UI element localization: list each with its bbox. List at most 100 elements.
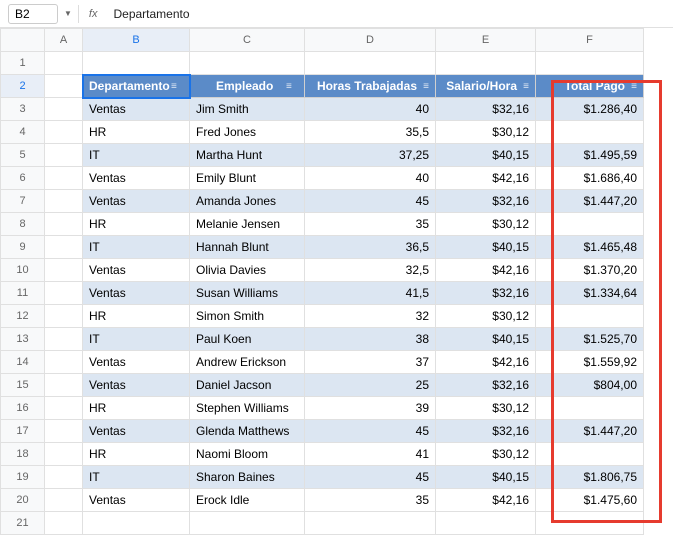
cell-A9[interactable] <box>45 236 83 259</box>
cell-departamento[interactable]: IT <box>83 328 190 351</box>
cell-A1[interactable] <box>45 52 83 75</box>
cell-A13[interactable] <box>45 328 83 351</box>
cell-empleado[interactable]: Melanie Jensen <box>190 213 305 236</box>
cell-departamento[interactable]: Ventas <box>83 190 190 213</box>
cell-empleado[interactable]: Martha Hunt <box>190 144 305 167</box>
cell-departamento[interactable]: Ventas <box>83 489 190 512</box>
cell-total[interactable] <box>536 397 644 420</box>
cell-salario[interactable]: $42,16 <box>436 259 536 282</box>
cell-salario[interactable]: $30,12 <box>436 443 536 466</box>
cell-departamento[interactable]: Ventas <box>83 259 190 282</box>
header-departamento[interactable]: Departamento≡ <box>83 75 190 98</box>
name-box-dropdown-icon[interactable]: ▼ <box>64 9 72 18</box>
cell-total[interactable]: $1.475,60 <box>536 489 644 512</box>
cell-A7[interactable] <box>45 190 83 213</box>
col-header-B[interactable]: B <box>83 29 190 52</box>
row-header-19[interactable]: 19 <box>1 466 45 489</box>
cell-A12[interactable] <box>45 305 83 328</box>
cell-salario[interactable]: $40,15 <box>436 328 536 351</box>
cell-departamento[interactable]: IT <box>83 144 190 167</box>
row-header-5[interactable]: 5 <box>1 144 45 167</box>
cell-salario[interactable]: $30,12 <box>436 305 536 328</box>
cell-E21[interactable] <box>436 512 536 535</box>
cell-total[interactable]: $1.465,48 <box>536 236 644 259</box>
filter-icon[interactable]: ≡ <box>171 81 183 92</box>
cell-D1[interactable] <box>305 52 436 75</box>
cell-horas[interactable]: 36,5 <box>305 236 436 259</box>
cell-empleado[interactable]: Stephen Williams <box>190 397 305 420</box>
cell-total[interactable] <box>536 305 644 328</box>
cell-salario[interactable]: $30,12 <box>436 121 536 144</box>
row-header-11[interactable]: 11 <box>1 282 45 305</box>
cell-departamento[interactable]: HR <box>83 443 190 466</box>
row-header-8[interactable]: 8 <box>1 213 45 236</box>
cell-salario[interactable]: $30,12 <box>436 397 536 420</box>
cell-horas[interactable]: 25 <box>305 374 436 397</box>
cell-total[interactable]: $1.334,64 <box>536 282 644 305</box>
cell-empleado[interactable]: Naomi Bloom <box>190 443 305 466</box>
row-header-12[interactable]: 12 <box>1 305 45 328</box>
row-header-4[interactable]: 4 <box>1 121 45 144</box>
cell-horas[interactable]: 45 <box>305 190 436 213</box>
col-header-F[interactable]: F <box>536 29 644 52</box>
cell-total[interactable]: $1.806,75 <box>536 466 644 489</box>
cell-horas[interactable]: 40 <box>305 98 436 121</box>
cell-F21[interactable] <box>536 512 644 535</box>
row-header-1[interactable]: 1 <box>1 52 45 75</box>
cell-salario[interactable]: $42,16 <box>436 489 536 512</box>
col-header-E[interactable]: E <box>436 29 536 52</box>
cell-departamento[interactable]: HR <box>83 121 190 144</box>
cell-departamento[interactable]: Ventas <box>83 167 190 190</box>
col-header-C[interactable]: C <box>190 29 305 52</box>
row-header-6[interactable]: 6 <box>1 167 45 190</box>
cell-departamento[interactable]: Ventas <box>83 351 190 374</box>
filter-icon[interactable]: ≡ <box>286 81 298 92</box>
cell-A3[interactable] <box>45 98 83 121</box>
filter-icon[interactable]: ≡ <box>517 81 529 92</box>
cell-horas[interactable]: 37 <box>305 351 436 374</box>
cell-D21[interactable] <box>305 512 436 535</box>
formula-bar[interactable]: Departamento <box>107 5 665 23</box>
cell-B21[interactable] <box>83 512 190 535</box>
cell-salario[interactable]: $32,16 <box>436 282 536 305</box>
cell-salario[interactable]: $32,16 <box>436 190 536 213</box>
cell-horas[interactable]: 35,5 <box>305 121 436 144</box>
cell-A16[interactable] <box>45 397 83 420</box>
cell-A4[interactable] <box>45 121 83 144</box>
cell-F1[interactable] <box>536 52 644 75</box>
cell-salario[interactable]: $32,16 <box>436 374 536 397</box>
cell-horas[interactable]: 35 <box>305 213 436 236</box>
fx-icon[interactable]: fx <box>85 8 102 20</box>
cell-horas[interactable]: 40 <box>305 167 436 190</box>
row-header-9[interactable]: 9 <box>1 236 45 259</box>
cell-C1[interactable] <box>190 52 305 75</box>
cell-A21[interactable] <box>45 512 83 535</box>
cell-total[interactable]: $1.447,20 <box>536 190 644 213</box>
cell-empleado[interactable]: Fred Jones <box>190 121 305 144</box>
cell-departamento[interactable]: Ventas <box>83 282 190 305</box>
cell-E1[interactable] <box>436 52 536 75</box>
cell-horas[interactable]: 32,5 <box>305 259 436 282</box>
cell-horas[interactable]: 45 <box>305 466 436 489</box>
cell-horas[interactable]: 32 <box>305 305 436 328</box>
col-header-D[interactable]: D <box>305 29 436 52</box>
cell-departamento[interactable]: Ventas <box>83 98 190 121</box>
cell-horas[interactable]: 38 <box>305 328 436 351</box>
cell-departamento[interactable]: HR <box>83 397 190 420</box>
cell-A8[interactable] <box>45 213 83 236</box>
cell-A19[interactable] <box>45 466 83 489</box>
cell-A5[interactable] <box>45 144 83 167</box>
cell-salario[interactable]: $32,16 <box>436 98 536 121</box>
cell-total[interactable] <box>536 121 644 144</box>
cell-A18[interactable] <box>45 443 83 466</box>
cell-empleado[interactable]: Erock Idle <box>190 489 305 512</box>
cell-total[interactable] <box>536 443 644 466</box>
cell-salario[interactable]: $40,15 <box>436 466 536 489</box>
cell-empleado[interactable]: Glenda Matthews <box>190 420 305 443</box>
cell-salario[interactable]: $42,16 <box>436 167 536 190</box>
cell-total[interactable]: $1.525,70 <box>536 328 644 351</box>
cell-horas[interactable]: 39 <box>305 397 436 420</box>
cell-A6[interactable] <box>45 167 83 190</box>
cell-departamento[interactable]: HR <box>83 305 190 328</box>
cell-A20[interactable] <box>45 489 83 512</box>
